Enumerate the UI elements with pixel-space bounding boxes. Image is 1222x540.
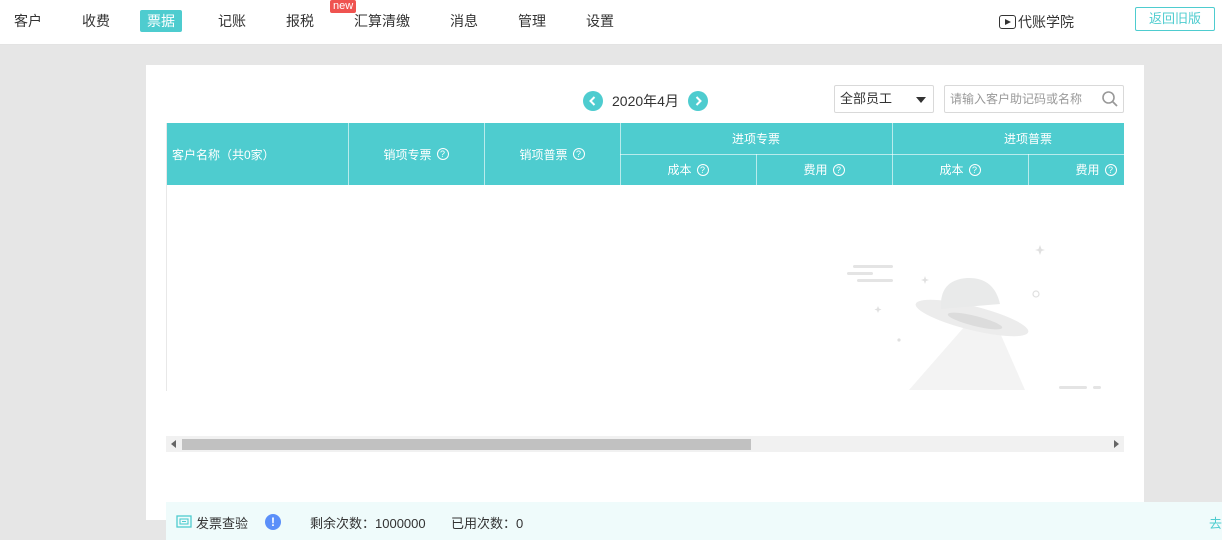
help-icon[interactable]: ?: [968, 163, 981, 176]
nav-item-customers[interactable]: 客户: [7, 10, 49, 32]
nav-item-invoices[interactable]: 票据: [140, 10, 182, 32]
info-icon[interactable]: !: [265, 514, 281, 530]
invoice-verification-label: 发票查验: [196, 516, 249, 531]
invoice-icon: [176, 515, 192, 528]
current-month: 2020年4月: [612, 93, 679, 109]
nav-item-management[interactable]: 管理: [511, 10, 553, 32]
staff-select-value: 全部员工: [840, 91, 893, 106]
nav-item-messages[interactable]: 消息: [443, 10, 485, 32]
invoice-table: 客户名称（共0家） 销项专票 ? 销项普票 ? 进项专票 进项普票 成本 ? 费: [166, 123, 1124, 391]
caret-down-icon: [916, 97, 926, 103]
staff-select[interactable]: 全部员工: [834, 85, 934, 113]
next-month-button[interactable]: [687, 91, 708, 111]
nav-item-bookkeeping[interactable]: 记账: [211, 10, 253, 32]
col-input-special-cost: 成本 ?: [620, 154, 756, 185]
remaining-count: 剩余次数：1000000: [310, 516, 426, 531]
top-nav: 客户 收费 票据 记账 报税 汇算清缴 new 消息 管理 设置 代账学院 返回…: [0, 0, 1222, 45]
col-sales-special: 销项专票 ?: [348, 123, 484, 185]
chevron-left-icon: [589, 96, 596, 106]
col-sales-normal: 销项普票 ?: [484, 123, 620, 185]
help-icon[interactable]: ?: [832, 163, 845, 176]
academy-link[interactable]: 代账学院: [999, 12, 1074, 32]
main-panel: 2020年4月 全部员工 客户名称（共0家） 销项专票: [146, 65, 1144, 520]
month-navigator: 2020年4月: [583, 91, 708, 111]
go-verify-link[interactable]: 去: [1209, 513, 1222, 532]
help-icon[interactable]: ?: [1104, 163, 1117, 176]
nav-item-fees[interactable]: 收费: [75, 10, 117, 32]
col-input-special-expense: 费用 ?: [756, 154, 892, 185]
nav-item-tax-filing[interactable]: 报税: [279, 10, 321, 32]
help-icon[interactable]: ?: [572, 148, 585, 160]
invoice-verification-bar: 发票查验 ! 剩余次数：1000000 已用次数：0 去: [166, 502, 1222, 540]
chevron-right-icon: [695, 96, 702, 106]
table-header: 客户名称（共0家） 销项专票 ? 销项普票 ? 进项专票 进项普票 成本 ? 费: [167, 123, 1124, 185]
customer-search: [944, 85, 1124, 113]
nav-item-settings[interactable]: 设置: [579, 10, 621, 32]
academy-label: 代账学院: [1018, 14, 1074, 30]
scrollbar-thumb[interactable]: [182, 439, 751, 450]
new-badge: new: [330, 0, 357, 13]
search-icon[interactable]: [1101, 90, 1119, 108]
scroll-left-icon[interactable]: [171, 440, 176, 448]
used-count: 已用次数：0: [451, 516, 524, 531]
col-customer-name: 客户名称（共0家）: [172, 147, 275, 162]
empty-state-ufo-illustration: [847, 245, 1101, 390]
col-input-normal: 进项普票: [1003, 132, 1052, 146]
col-input-normal-expense: 费用 ?: [1028, 154, 1124, 185]
prev-month-button[interactable]: [583, 91, 603, 111]
help-icon[interactable]: ?: [436, 148, 449, 160]
nav-item-annual-settlement[interactable]: 汇算清缴: [347, 10, 417, 32]
video-play-icon: [999, 15, 1016, 29]
return-old-version-button[interactable]: 返回旧版: [1135, 7, 1215, 31]
help-icon[interactable]: ?: [696, 163, 709, 176]
customer-search-input[interactable]: [945, 86, 1095, 112]
scroll-right-icon[interactable]: [1114, 440, 1119, 448]
col-input-normal-cost: 成本 ?: [892, 154, 1028, 185]
horizontal-scrollbar[interactable]: [166, 436, 1124, 452]
col-input-special: 进项专票: [731, 132, 780, 146]
